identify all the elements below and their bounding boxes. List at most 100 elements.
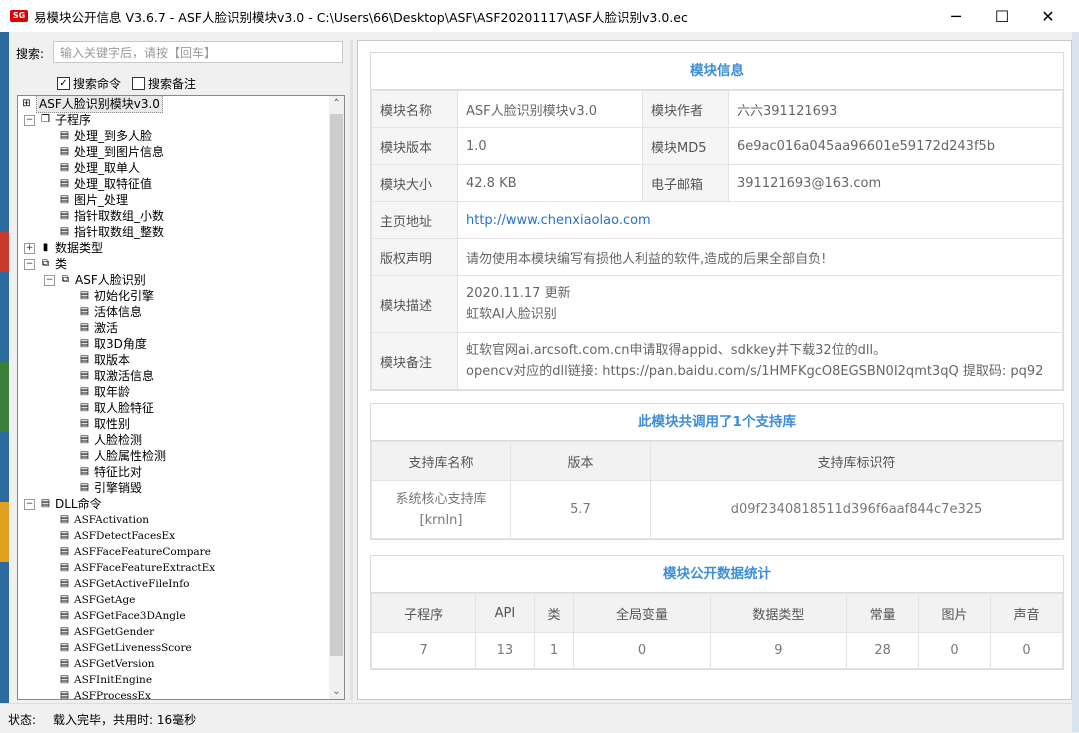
tree-item[interactable]: ▤ 初始化引擎 (78, 288, 154, 304)
tree-item[interactable]: ▤ 取激活信息 (78, 368, 154, 384)
module-tree[interactable]: ⊞ ASF人脸识别模块v3.0− ❒ 子程序 ▤ 处理_到多人脸 ▤ 处理_到图片信息 ▤ 处理_… (17, 95, 345, 700)
collapse-icon[interactable]: − (24, 498, 35, 510)
stats-column-header: 全局变量 (573, 593, 711, 633)
tree-datatypes[interactable]: + ▮ 数据类型 (24, 240, 103, 256)
tree-item[interactable]: ▤ 处理_到多人脸 (58, 128, 152, 144)
tree-item[interactable]: ▤ 指针取数组_整数 (58, 224, 164, 240)
tree-item[interactable]: ▤ 处理_到图片信息 (58, 144, 164, 160)
module-md5-label: 模块MD5 (642, 127, 729, 165)
tree-item[interactable]: ▤ 活体信息 (78, 304, 142, 320)
tree-item[interactable]: ▤ ASFGetActiveFileInfo (58, 576, 190, 592)
maximize-button[interactable]: ☐ (979, 0, 1025, 32)
scrollbar-thumb[interactable] (330, 114, 343, 656)
method-icon: ▤ (79, 306, 90, 317)
tree-label: 人脸属性检测 (94, 449, 167, 463)
tree-item[interactable]: ▤ ASFProcessEx (58, 688, 151, 699)
subprogram-icon: ▤ (59, 178, 70, 189)
tree-item[interactable]: ▤ 处理_取特征值 (58, 176, 152, 192)
tree-dll[interactable]: − ▤ DLL命令 (24, 496, 102, 512)
tree-item[interactable]: ▤ ASFGetVersion (58, 656, 155, 672)
stats-value-cell: 0 (990, 632, 1063, 669)
tree-item[interactable]: ▤ ASFFaceFeatureExtractEx (58, 560, 215, 576)
collapse-icon[interactable]: − (24, 258, 35, 270)
tree-item[interactable]: ▤ ASFActivation (58, 512, 149, 528)
close-button[interactable]: ✕ (1025, 0, 1071, 32)
desktop-fragment (0, 502, 9, 562)
tree-item[interactable]: ▤ 特征比对 (78, 464, 142, 480)
dll-command-icon: ▤ (59, 594, 70, 605)
tree-label: 激活 (94, 321, 119, 335)
minimize-button[interactable]: ─ (933, 0, 979, 32)
splitter[interactable] (350, 40, 353, 700)
expand-icon[interactable]: + (24, 242, 35, 254)
search-command-checkbox[interactable]: ✓ 搜索命令 (57, 75, 121, 92)
collapse-icon[interactable]: − (24, 114, 35, 126)
tree-label: 取版本 (94, 353, 131, 367)
homepage-label: 主页地址 (371, 201, 458, 239)
homepage-link[interactable]: http://www.chenxiaolao.com (466, 213, 651, 228)
tree-label: 指针取数组_小数 (74, 209, 165, 223)
tree-root[interactable]: ⊞ ASF人脸识别模块v3.0 (20, 96, 163, 113)
tree-item[interactable]: ▤ 处理_取单人 (58, 160, 140, 176)
module-info-table: 模块名称 ASF人脸识别模块v3.0 模块作者 六六391121693 模块版本… (371, 90, 1063, 390)
tree-label: ASFGetVersion (74, 658, 155, 670)
tree-item[interactable]: ▤ 图片_处理 (58, 192, 128, 208)
tree-label: 图片_处理 (74, 193, 129, 207)
tree-item[interactable]: ▤ ASFFaceFeatureCompare (58, 544, 211, 560)
tree-item[interactable]: ▤ 取3D角度 (78, 336, 147, 352)
tree-label: 数据类型 (55, 241, 104, 255)
tree-item[interactable]: ▤ ASFGetGender (58, 624, 154, 640)
tree-class[interactable]: − ⧉ ASF人脸识别 (44, 272, 146, 288)
tree-item[interactable]: ▤ ASFGetAge (58, 592, 136, 608)
subprogram-icon: ▤ (59, 194, 70, 205)
stats-value-cell: 13 (475, 632, 535, 669)
subprogram-icon: ▤ (59, 162, 70, 173)
subprogram-icon: ▤ (59, 130, 70, 141)
search-command-label: 搜索命令 (73, 77, 122, 91)
tree-item[interactable]: ▤ 指针取数组_小数 (58, 208, 164, 224)
tree-item[interactable]: ▤ ASFDetectFacesEx (58, 528, 175, 544)
tree-item[interactable]: ▤ 引擎销毁 (78, 480, 142, 496)
tree-item[interactable]: ▤ ASFGetLivenessScore (58, 640, 192, 656)
lib-name-cell: 系统核心支持库[krnln] (371, 480, 511, 539)
method-icon: ▤ (79, 290, 90, 301)
tree-item[interactable]: ▤ 取版本 (78, 352, 130, 368)
tree-scrollbar[interactable]: ⌃ ⌄ (329, 96, 344, 699)
module-size-value: 42.8 KB (457, 164, 643, 202)
tree-label: 引擎销毁 (94, 481, 143, 495)
tree-item[interactable]: ▤ ASFGetFace3DAngle (58, 608, 186, 624)
tree-item[interactable]: ▤ 人脸检测 (78, 432, 142, 448)
search-input[interactable]: 输入关键字后，请按【回车】 (53, 41, 343, 63)
dll-command-icon: ▤ (59, 514, 70, 525)
search-note-label: 搜索备注 (148, 77, 197, 91)
tree-classes[interactable]: − ⧉ 类 (24, 256, 67, 272)
dll-command-icon: ▤ (59, 658, 70, 669)
dll-command-icon: ▤ (59, 546, 70, 557)
tree-item[interactable]: ▤ 取性别 (78, 416, 130, 432)
scroll-up-icon[interactable]: ⌃ (329, 96, 344, 111)
copyright-value: 请勿使用本模块编写有损他人利益的软件,造成的后果全部自负! (457, 238, 1063, 276)
scroll-down-icon[interactable]: ⌄ (329, 684, 344, 699)
tree-label: ASFGetGender (74, 626, 155, 638)
column-header: 支持库名称 (371, 441, 511, 481)
tree-item[interactable]: ▤ 激活 (78, 320, 118, 336)
collapse-icon[interactable]: − (44, 274, 55, 286)
stats-column-header: 声音 (990, 593, 1063, 633)
checkbox-unchecked-icon (132, 77, 145, 90)
method-icon: ▤ (79, 370, 90, 381)
status-label: 状态: (8, 713, 37, 727)
tree-item[interactable]: ▤ ASFInitEngine (58, 672, 152, 688)
method-icon: ▤ (79, 418, 90, 429)
tree-item[interactable]: ▤ 取人脸特征 (78, 400, 154, 416)
tree-label: 处理_到多人脸 (74, 129, 153, 143)
method-icon: ▤ (79, 466, 90, 477)
module-author-label: 模块作者 (642, 90, 729, 128)
search-note-checkbox[interactable]: 搜索备注 (132, 75, 196, 92)
tree-subprograms[interactable]: − ❒ 子程序 (24, 112, 91, 128)
stats-value-cell: 7 (370, 632, 477, 669)
module-name-value: ASF人脸识别模块v3.0 (457, 90, 643, 128)
tree-item[interactable]: ▤ 人脸属性检测 (78, 448, 166, 464)
tree-item[interactable]: ▤ 取年龄 (78, 384, 130, 400)
description-line: 虹软AI人脸识别 (466, 307, 557, 322)
method-icon: ▤ (79, 322, 90, 333)
